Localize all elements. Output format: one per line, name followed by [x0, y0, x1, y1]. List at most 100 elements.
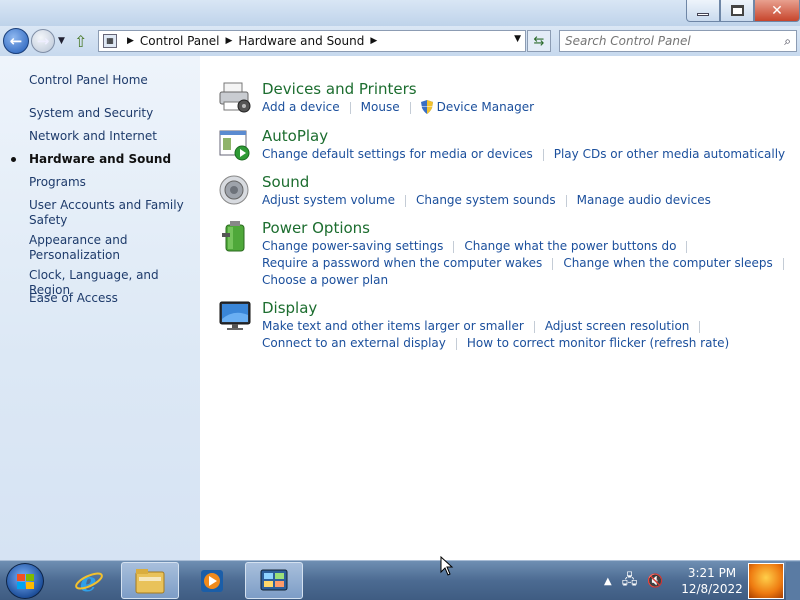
minimize-button[interactable] [686, 0, 720, 22]
link-make-text-larger[interactable]: Make text and other items larger or smal… [262, 319, 524, 333]
taskbar-clock[interactable]: 3:21 PM 12/8/2022 [672, 565, 752, 597]
svg-text:e: e [80, 568, 97, 596]
restore-icon [730, 5, 744, 16]
media-player-icon [201, 569, 223, 592]
link-separator [542, 148, 544, 161]
up-folder-icon[interactable]: ⇧ [74, 32, 87, 51]
sidebar-item-network-and-internet[interactable]: Network and Internet [29, 129, 194, 144]
back-arrow-icon: ← [9, 32, 23, 50]
start-button[interactable] [6, 563, 44, 599]
taskbar-internet-explorer[interactable]: e [60, 562, 118, 599]
monitor-icon [219, 301, 251, 330]
windows-logo-icon [17, 574, 35, 590]
link-computer-sleeps[interactable]: Change when the computer sleeps [563, 256, 772, 270]
speaker-icon [219, 175, 249, 205]
link-separator [455, 337, 457, 350]
link-change-power-saving[interactable]: Change power-saving settings [262, 239, 443, 253]
search-icon[interactable]: ⌕ [784, 34, 791, 49]
recent-pages-dropdown-icon[interactable]: ▼ [58, 36, 65, 46]
taskbar-windows-explorer[interactable] [121, 562, 179, 599]
category-links: Make text and other items larger or smal… [262, 319, 710, 333]
network-icon[interactable]: 🖧 [622, 569, 638, 593]
breadcrumb-control-panel[interactable]: Control Panel [140, 34, 220, 48]
back-button[interactable]: ← [3, 28, 29, 54]
main-content: Devices and Printers Add a device Mouse De… [200, 56, 800, 560]
control-panel-icon [260, 569, 288, 590]
link-power-buttons[interactable]: Change what the power buttons do [464, 239, 676, 253]
breadcrumb-chevron-icon[interactable]: ▶ [226, 36, 233, 46]
link-device-manager[interactable]: Device Manager [437, 100, 534, 114]
link-separator [782, 257, 784, 270]
search-input[interactable] [565, 34, 775, 48]
battery-icon [222, 221, 245, 252]
link-separator [453, 240, 455, 253]
link-separator [349, 101, 351, 114]
link-play-cds[interactable]: Play CDs or other media automatically [554, 147, 785, 161]
category-title-power-options[interactable]: Power Options [262, 219, 370, 237]
sidebar-item-appearance[interactable]: Appearance and Personalization [29, 233, 194, 263]
taskbar-control-panel[interactable] [245, 562, 303, 599]
control-panel-icon: ▦ [103, 34, 117, 48]
show-hidden-icons-icon[interactable]: ▲ [604, 576, 612, 587]
link-choose-power-plan[interactable]: Choose a power plan [262, 273, 388, 287]
close-button[interactable]: ✕ [754, 0, 800, 22]
category-links: Connect to an external display How to cor… [262, 336, 729, 350]
window-controls: ✕ [686, 0, 800, 22]
forward-button[interactable]: → [31, 29, 55, 53]
close-icon: ✕ [771, 2, 783, 19]
address-dropdown-icon[interactable]: ▼ [514, 34, 521, 44]
category-links: Change default settings for media or dev… [262, 147, 785, 161]
forward-arrow-icon: → [36, 32, 50, 50]
mouse-cursor-icon [440, 556, 454, 576]
current-item-bullet-icon [11, 157, 16, 162]
clock-time: 3:21 PM [687, 566, 737, 580]
sidebar-item-ease-of-access[interactable]: Ease of Access [29, 291, 194, 306]
category-links: Add a device Mouse Device Manager [262, 99, 534, 115]
link-separator [686, 240, 688, 253]
show-desktop-button[interactable] [748, 563, 784, 599]
link-change-default-settings[interactable]: Change default settings for media or dev… [262, 147, 533, 161]
sidebar-item-system-and-security[interactable]: System and Security [29, 106, 194, 121]
search-box[interactable]: ⌕ [559, 30, 797, 52]
link-mouse[interactable]: Mouse [361, 100, 400, 114]
link-separator [404, 194, 406, 207]
link-monitor-flicker[interactable]: How to correct monitor flicker (refresh … [467, 336, 729, 350]
minimize-icon [697, 13, 709, 16]
link-separator [409, 101, 411, 114]
link-change-system-sounds[interactable]: Change system sounds [416, 193, 556, 207]
category-title-sound[interactable]: Sound [262, 173, 309, 191]
link-separator [699, 320, 701, 333]
breadcrumb-chevron-icon[interactable]: ▶ [370, 36, 377, 46]
link-manage-audio-devices[interactable]: Manage audio devices [577, 193, 711, 207]
folder-icon [135, 568, 165, 593]
title-bar: ✕ [0, 0, 800, 26]
link-require-password[interactable]: Require a password when the computer wak… [262, 256, 542, 270]
taskbar-media-player[interactable] [183, 562, 241, 599]
link-adjust-screen-resolution[interactable]: Adjust screen resolution [545, 319, 690, 333]
link-adjust-system-volume[interactable]: Adjust system volume [262, 193, 395, 207]
sidebar-item-hardware-and-sound: Hardware and Sound [29, 152, 172, 166]
category-links: Choose a power plan [262, 273, 388, 287]
uac-shield-icon [420, 99, 433, 114]
taskbar: e ▲ 🖧 🔇 3:21 PM 12/8/2022 [0, 560, 800, 600]
breadcrumb-hardware-and-sound[interactable]: Hardware and Sound [238, 34, 364, 48]
printer-icon [219, 82, 251, 113]
autoplay-icon [219, 130, 250, 161]
refresh-button[interactable]: ⇆ [527, 30, 551, 52]
link-connect-external-display[interactable]: Connect to an external display [262, 336, 446, 350]
address-bar[interactable]: ▦ ▶ Control Panel ▶ Hardware and Sound ▶… [98, 30, 526, 52]
breadcrumb-chevron-icon[interactable]: ▶ [127, 36, 134, 46]
category-title-autoplay[interactable]: AutoPlay [262, 127, 328, 145]
sidebar-item-user-accounts[interactable]: User Accounts and Family Safety [29, 198, 194, 228]
link-separator [533, 320, 535, 333]
sidebar: Control Panel Home System and Security N… [0, 56, 200, 560]
category-title-display[interactable]: Display [262, 299, 317, 317]
category-title-devices-and-printers[interactable]: Devices and Printers [262, 80, 417, 98]
sidebar-control-panel-home[interactable]: Control Panel Home [29, 73, 194, 88]
sidebar-item-programs[interactable]: Programs [29, 175, 194, 190]
restore-button[interactable] [720, 0, 754, 22]
link-add-a-device[interactable]: Add a device [262, 100, 340, 114]
internet-explorer-icon: e [75, 568, 103, 596]
taskbar-scroll [786, 562, 800, 600]
volume-muted-icon[interactable]: 🔇 [647, 574, 663, 589]
